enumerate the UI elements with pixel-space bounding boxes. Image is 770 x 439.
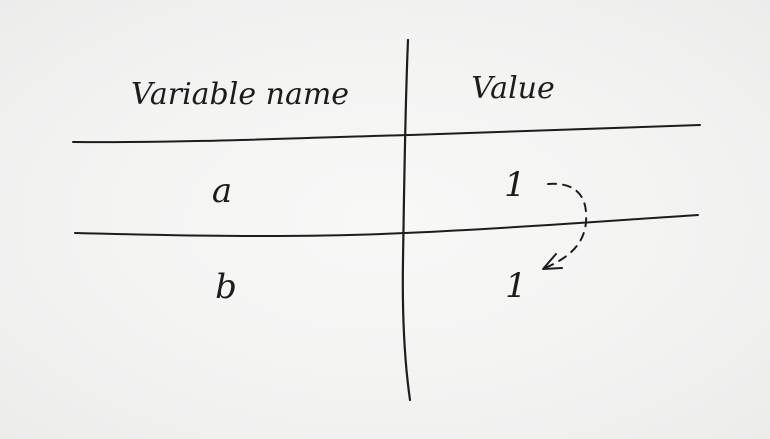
row-b-name: b [215,267,237,307]
header-divider [72,124,701,144]
row-b-value: 1 [505,266,527,306]
row-a-value: 1 [504,165,526,205]
copy-arrow-shaft [544,182,588,269]
row-divider [74,214,699,238]
column-divider [401,38,412,402]
header-value: Value [471,71,554,106]
header-variable-name: Variable name [131,77,349,112]
copy-arrow [542,182,588,270]
row-a-name: a [212,171,232,211]
handwritten-table-diagram: Variable name Value a 1 b 1 [72,38,701,402]
